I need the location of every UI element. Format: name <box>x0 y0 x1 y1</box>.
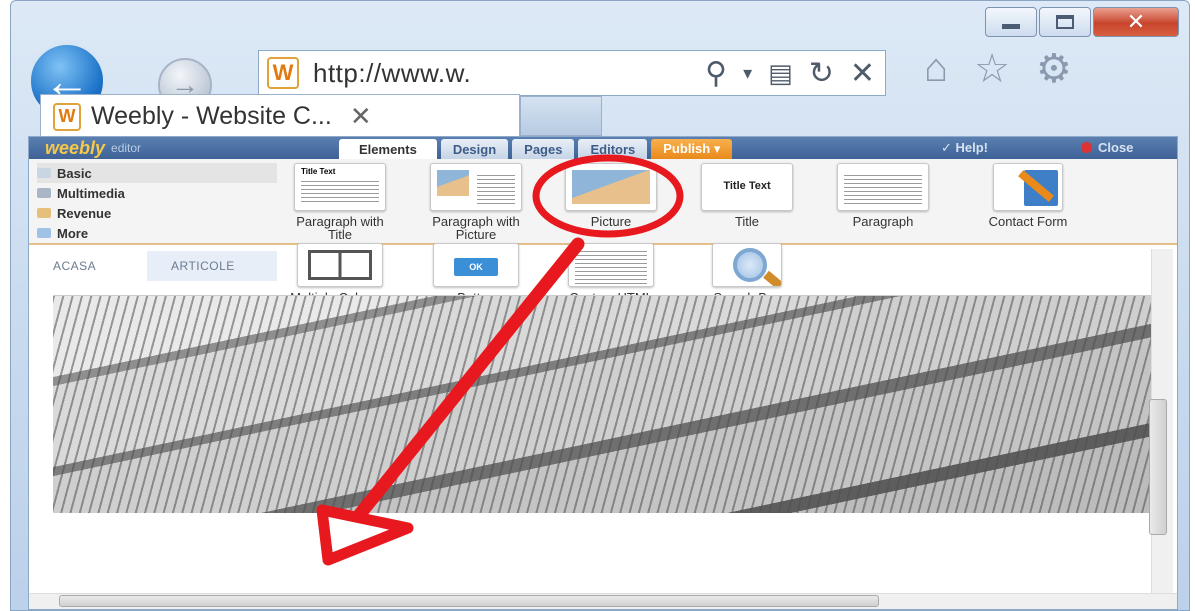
multiple-columns-icon <box>297 243 383 287</box>
header-banner-image[interactable] <box>53 295 1151 513</box>
paragraph-with-title-icon: Title Text <box>294 163 386 211</box>
page-content: weebly editor Elements Design Pages Edit… <box>28 136 1178 610</box>
stop-icon[interactable]: ✕ <box>850 56 875 91</box>
minimize-icon <box>1002 23 1020 29</box>
favorites-icon[interactable]: ☆ <box>974 46 1010 92</box>
element-label: Picture <box>590 214 632 229</box>
horizontal-scroll-thumb[interactable] <box>59 595 879 607</box>
elements-panel: Basic Multimedia Revenue More Title Text… <box>29 159 1177 245</box>
vertical-scrollbar[interactable] <box>1149 249 1173 593</box>
settings-icon[interactable]: ⚙ <box>1036 46 1072 92</box>
browser-tab[interactable]: W Weebly - Website C... ✕ <box>40 94 520 138</box>
dropdown-icon[interactable]: ▾ <box>743 63 752 84</box>
title-icon: Title Text <box>701 163 793 211</box>
help-link[interactable]: ✓ Help! <box>941 140 988 156</box>
refresh-icon[interactable]: ↻ <box>809 56 834 91</box>
search-box-icon <box>712 243 782 287</box>
close-window-button[interactable]: ✕ <box>1093 7 1179 37</box>
publish-button[interactable]: Publish ▾ <box>651 139 733 159</box>
multimedia-icon <box>37 188 51 198</box>
tab-title: Weebly - Website C... <box>91 102 332 130</box>
element-label: Title <box>734 214 760 229</box>
category-label: More <box>57 225 89 241</box>
page-nav-acasa[interactable]: ACASA <box>53 259 96 273</box>
element-label: Paragraph <box>852 214 914 229</box>
category-list: Basic Multimedia Revenue More <box>37 163 277 243</box>
compatibility-icon[interactable]: ▤ <box>768 58 793 89</box>
category-label: Multimedia <box>57 185 125 201</box>
weebly-toolbar: weebly editor Elements Design Pages Edit… <box>29 137 1177 159</box>
category-more[interactable]: More <box>37 223 277 243</box>
paragraph-with-picture-icon <box>430 163 522 211</box>
maximize-button[interactable] <box>1039 7 1091 37</box>
picture-icon <box>565 163 657 211</box>
site-page-nav: ACASA ARTICOLE Multiple Columns OK Butto… <box>29 243 1177 304</box>
close-label: Close <box>1098 140 1134 155</box>
element-paragraph-with-title[interactable]: Title Text Paragraph with Title <box>285 163 395 241</box>
button-icon: OK <box>433 243 519 287</box>
element-picture[interactable]: Picture <box>556 163 666 228</box>
element-label: Contact Form <box>988 214 1068 229</box>
thumb-title-text: Title Text <box>723 180 771 192</box>
paragraph-icon <box>837 163 929 211</box>
page-nav-articole[interactable]: ARTICOLE <box>171 259 235 273</box>
close-dot-icon <box>1081 142 1092 153</box>
element-label: Paragraph with Title <box>296 214 384 242</box>
element-label: Paragraph with Picture <box>432 214 520 242</box>
element-contact-form[interactable]: Contact Form <box>973 163 1083 228</box>
thumb-title-text: Title Text <box>301 167 336 176</box>
help-icon: ✓ <box>941 140 956 155</box>
tab-favicon-icon: W <box>53 102 81 131</box>
search-icon[interactable]: ⚲ <box>705 56 727 91</box>
category-label: Revenue <box>57 205 112 221</box>
window-controls: ✕ <box>985 7 1179 37</box>
tab-design[interactable]: Design <box>440 139 509 159</box>
minimize-button[interactable] <box>985 7 1037 37</box>
maximize-icon <box>1056 15 1074 29</box>
address-url[interactable]: http://www.w. <box>313 58 471 89</box>
site-favicon-icon: W <box>267 57 299 89</box>
element-paragraph[interactable]: Paragraph <box>828 163 938 228</box>
close-icon: ✕ <box>1126 9 1146 34</box>
weebly-editor-label: editor <box>111 141 142 155</box>
element-paragraph-with-picture[interactable]: Paragraph with Picture <box>421 163 531 241</box>
tab-elements[interactable]: Elements <box>339 139 437 159</box>
tab-close-icon[interactable]: ✕ <box>350 101 372 132</box>
basic-icon <box>37 168 51 178</box>
category-basic[interactable]: Basic <box>37 163 277 183</box>
tab-editors[interactable]: Editors <box>578 139 648 159</box>
more-icon <box>37 228 51 238</box>
address-bar[interactable]: W http://www.w. ⚲ ▾ ▤ ↻ ✕ <box>258 50 886 96</box>
category-revenue[interactable]: Revenue <box>37 203 277 223</box>
category-label: Basic <box>57 165 92 181</box>
horizontal-scrollbar[interactable] <box>29 593 1177 609</box>
thumb-ok-text: OK <box>454 258 498 276</box>
contact-form-icon <box>993 163 1063 211</box>
help-label: Help! <box>955 140 989 155</box>
element-title[interactable]: Title Text Title <box>692 163 802 228</box>
revenue-icon <box>37 208 51 218</box>
custom-html-icon <box>568 243 654 287</box>
tab-pages[interactable]: Pages <box>512 139 575 159</box>
vertical-scroll-thumb[interactable] <box>1149 399 1167 535</box>
weebly-logo: weebly <box>45 137 106 158</box>
category-multimedia[interactable]: Multimedia <box>37 183 277 203</box>
new-tab-button[interactable] <box>520 96 602 136</box>
close-editor-link[interactable]: Close <box>1081 140 1133 155</box>
home-icon[interactable]: ⌂ <box>924 46 948 92</box>
